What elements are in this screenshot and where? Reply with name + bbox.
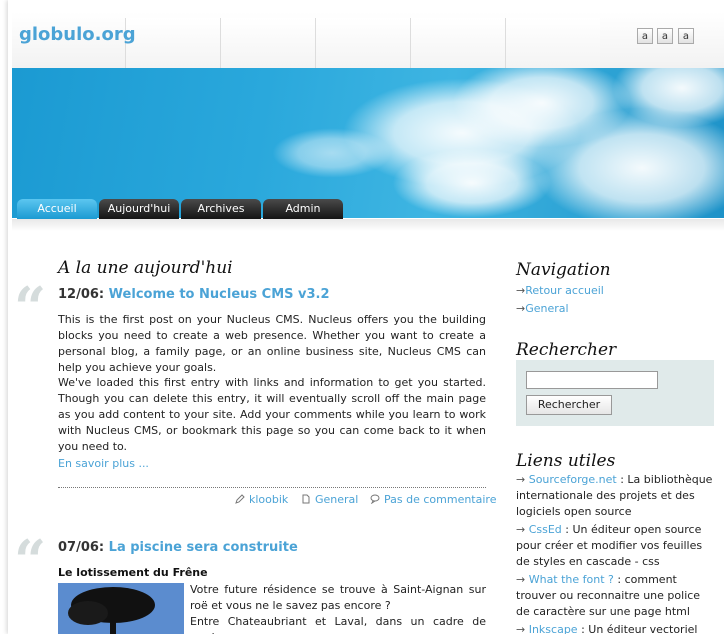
font-size-large-button[interactable]: a bbox=[678, 28, 694, 44]
quote-icon: “ bbox=[14, 275, 47, 341]
header-cell bbox=[410, 18, 505, 68]
banner-shadow bbox=[12, 219, 724, 231]
search-panel bbox=[516, 360, 714, 426]
link-description: : Un éditeur vectoriel bbox=[577, 623, 698, 634]
post-body-paragraph: Entre Chateaubriant et Laval, dans un ca… bbox=[190, 615, 486, 634]
sidebar-item-retour-accueil[interactable]: Retour accueil bbox=[516, 284, 604, 297]
site-logo[interactable]: globulo.org bbox=[19, 24, 136, 45]
post-divider bbox=[58, 487, 486, 488]
post-body-paragraph: This is the first post on your Nucleus C… bbox=[58, 313, 486, 374]
post-author[interactable]: kloobik bbox=[235, 493, 288, 506]
post-body-paragraph: We've loaded this first entry with links… bbox=[58, 376, 486, 453]
link-cssed[interactable]: CssEd bbox=[529, 523, 562, 536]
tab-accueil[interactable]: Accueil bbox=[17, 199, 97, 219]
link-what-the-font[interactable]: What the font ? bbox=[529, 573, 614, 586]
header-cell bbox=[315, 18, 410, 68]
comments-link[interactable]: Pas de commentaire bbox=[384, 493, 496, 506]
header-cell bbox=[505, 18, 600, 68]
post-title: 12/06: Welcome to Nucleus CMS v3.2 bbox=[58, 287, 330, 302]
document-icon bbox=[302, 494, 310, 504]
header-banner-image bbox=[12, 68, 724, 218]
read-more-link[interactable]: En savoir plus ... bbox=[58, 457, 149, 470]
header-cell bbox=[220, 18, 315, 68]
post-date: 12/06: bbox=[58, 287, 105, 302]
link-item: → Inkscape : Un éditeur vectoriel bbox=[516, 623, 698, 634]
sidebar-links-title: Liens utiles bbox=[516, 451, 616, 471]
header-cell bbox=[125, 18, 220, 68]
tab-archives[interactable]: Archives bbox=[181, 199, 261, 219]
post-date: 07/06: bbox=[58, 540, 105, 555]
font-size-small-button[interactable]: a bbox=[637, 28, 653, 44]
pencil-icon bbox=[235, 494, 245, 504]
post-image bbox=[58, 583, 184, 634]
post-title-link[interactable]: Welcome to Nucleus CMS v3.2 bbox=[109, 287, 330, 302]
header-cells bbox=[125, 18, 605, 68]
link-sourceforge[interactable]: Sourceforge.net bbox=[529, 473, 617, 486]
link-item: → What the font ? : comment trouver ou r… bbox=[516, 573, 701, 618]
sidebar-search-title: Rechercher bbox=[516, 340, 617, 360]
sidebar-nav-title: Navigation bbox=[516, 260, 611, 280]
section-title: A la une aujourd'hui bbox=[58, 258, 233, 278]
post-title-link[interactable]: La piscine sera construite bbox=[109, 540, 298, 555]
post-title: 07/06: La piscine sera construite bbox=[58, 540, 298, 555]
comment-icon bbox=[370, 494, 380, 504]
author-link[interactable]: kloobik bbox=[249, 493, 288, 506]
link-item: → CssEd : Un éditeur open source pour cr… bbox=[516, 523, 703, 568]
post-subtitle: Le lotissement du Frêne bbox=[58, 566, 208, 579]
search-button[interactable]: Rechercher bbox=[526, 395, 612, 415]
quote-icon: “ bbox=[14, 528, 47, 594]
page: globulo.org a a a Accueil Aujourd'hui Ar… bbox=[0, 0, 728, 634]
post-body-paragraph: Votre future résidence se trouve à Saint… bbox=[190, 583, 486, 612]
sidebar-item-general[interactable]: General bbox=[516, 302, 568, 315]
link-item: → Sourceforge.net : La bibliothèque inte… bbox=[516, 473, 713, 518]
post-comments[interactable]: Pas de commentaire bbox=[370, 493, 496, 506]
search-input[interactable] bbox=[526, 371, 658, 389]
tab-admin[interactable]: Admin bbox=[263, 199, 343, 219]
link-inkscape[interactable]: Inkscape bbox=[529, 623, 578, 634]
category-link[interactable]: General bbox=[315, 493, 358, 506]
font-size-medium-button[interactable]: a bbox=[657, 28, 673, 44]
post-category[interactable]: General bbox=[301, 493, 358, 506]
tab-aujourdhui[interactable]: Aujourd'hui bbox=[99, 199, 179, 219]
